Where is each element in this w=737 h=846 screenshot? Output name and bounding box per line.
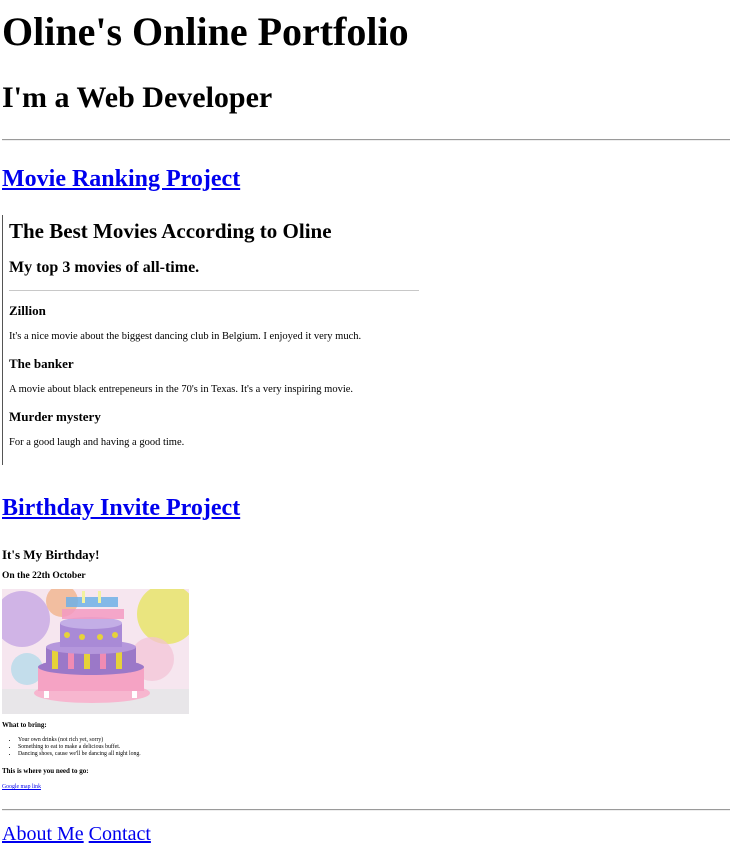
movie-title: Murder mystery [9, 409, 101, 424]
movie-description: A movie about black entrepeneurs in the … [9, 384, 354, 395]
movies-subheading: My top 3 movies of all-time. [9, 259, 200, 276]
list-item: Dancing shoes, cause we'll be dancing al… [18, 751, 141, 758]
divider [2, 139, 730, 141]
about-me-link[interactable]: About Me [2, 823, 84, 845]
footer-nav: About Me Contact [2, 822, 151, 846]
movie-title: The banker [9, 356, 74, 371]
birthday-invite-project-link[interactable]: Birthday Invite Project [2, 493, 240, 523]
movies-heading: The Best Movies According to Oline [9, 219, 332, 243]
google-map-link[interactable]: Google map link [2, 783, 41, 791]
movie-ranking-frame: The Best Movies According to Oline My to… [2, 215, 423, 465]
page-subtitle: I'm a Web Developer [2, 81, 273, 114]
bring-heading: What to bring: [2, 721, 47, 729]
movie-description: It's a nice movie about the biggest danc… [9, 331, 362, 342]
movie-ranking-project-link[interactable]: Movie Ranking Project [2, 164, 240, 194]
location-heading: This is where you need to go: [2, 767, 89, 775]
movie-title: Zillion [9, 303, 46, 318]
movie-description: For a good laugh and having a good time. [9, 437, 185, 448]
page-title: Oline's Online Portfolio [2, 9, 409, 54]
list-item: Something to eat to make a delicious buf… [18, 744, 141, 751]
footer-divider [2, 809, 730, 811]
birthday-date: On the 22th October [2, 571, 86, 581]
contact-link[interactable]: Contact [89, 823, 151, 845]
birthday-cake-image [2, 589, 189, 714]
movies-divider [9, 290, 419, 291]
birthday-heading: It's My Birthday! [2, 547, 100, 562]
bring-list: Your own drinks (not rich yet, sorry) So… [8, 737, 141, 759]
